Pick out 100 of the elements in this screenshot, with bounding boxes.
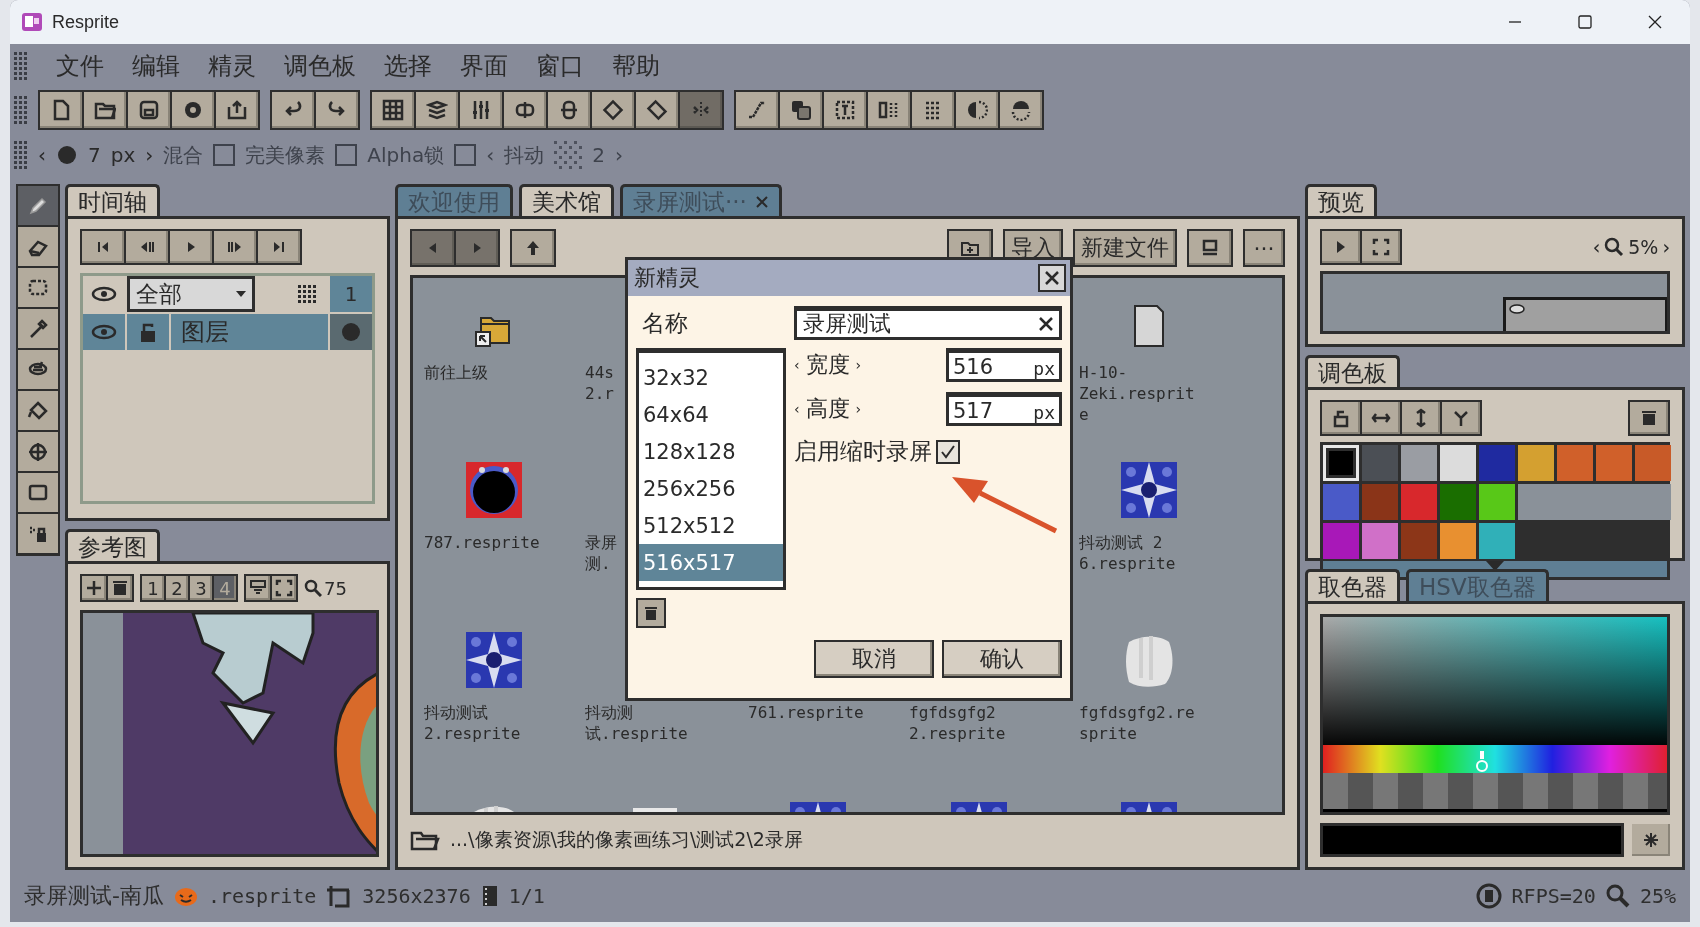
list-item[interactable]: 256x256 (639, 470, 783, 507)
color-swatch[interactable] (1401, 445, 1437, 481)
color-swatch[interactable] (1323, 445, 1359, 481)
half-circle-icon[interactable] (966, 99, 988, 121)
file-name[interactable]: 6.resprite (1079, 553, 1219, 574)
decrease-arrow[interactable]: ‹ (794, 401, 800, 417)
lock-tool[interactable] (18, 514, 58, 553)
color-swatch[interactable] (1440, 523, 1476, 559)
floppy-button[interactable] (128, 92, 170, 128)
decrease-arrow[interactable]: ‹ (1592, 236, 1601, 258)
up-button[interactable] (512, 231, 554, 265)
file-name[interactable]: 2.resprite (909, 723, 1049, 744)
menu-item[interactable]: 编辑 (132, 50, 180, 82)
undo-button[interactable] (272, 92, 314, 128)
columns-icon[interactable] (878, 99, 900, 121)
file-name[interactable]: 试.resprite (585, 723, 725, 744)
next-frame-button[interactable] (214, 231, 256, 263)
color-swatch[interactable] (1440, 484, 1476, 520)
decrease-arrow[interactable]: ‹ (794, 357, 800, 373)
color-field[interactable] (1320, 823, 1624, 857)
dialog-button[interactable]: 确认 (942, 640, 1062, 678)
flip-vertical-icon[interactable] (558, 99, 580, 121)
file-name[interactable]: fgfdsgfg2 (909, 702, 1049, 723)
color-swatch[interactable] (1479, 523, 1515, 559)
resize-vertical-button[interactable] (1402, 402, 1440, 434)
list-item[interactable]: 32x32 (639, 359, 783, 396)
color-swatch[interactable] (1440, 445, 1476, 481)
gear-icon[interactable] (182, 99, 204, 121)
merge-icon[interactable] (1451, 408, 1471, 428)
half-circle-button[interactable] (956, 92, 998, 128)
file-name[interactable]: Zeki.resprit (1079, 383, 1219, 404)
panel-tab[interactable]: 美术馆 (519, 184, 614, 216)
export-button[interactable] (216, 92, 258, 128)
color-swatch[interactable] (1518, 445, 1554, 481)
frame-number[interactable]: 1 (330, 276, 372, 312)
unlocked-padlock-icon[interactable] (139, 321, 157, 343)
layer-name[interactable]: 图层 (171, 314, 328, 350)
file-name[interactable]: 761.resprite (748, 702, 888, 723)
half-circle-icon[interactable] (1010, 99, 1032, 121)
list-item[interactable]: 512x512 (639, 507, 783, 544)
size-preset-list[interactable]: 32x32 64x64 128x128 256x256 512x512 516x517 (636, 348, 786, 590)
rows-button[interactable] (912, 92, 954, 128)
trash-icon[interactable] (643, 605, 659, 621)
copy-button[interactable] (780, 92, 822, 128)
file-name[interactable]: 抖动测 (585, 702, 725, 723)
move-tool[interactable] (18, 432, 58, 471)
increase-arrow[interactable]: › (145, 143, 154, 167)
export-icon[interactable] (226, 99, 248, 121)
increase-arrow[interactable]: › (614, 143, 623, 167)
color-swatch[interactable] (1323, 523, 1359, 559)
increase-arrow[interactable]: › (855, 401, 862, 417)
bucket-icon[interactable] (27, 399, 49, 422)
previous-frame-button[interactable] (126, 231, 168, 263)
clear-icon[interactable] (1039, 317, 1053, 331)
file-name[interactable]: 787.resprite (424, 532, 564, 553)
number-field[interactable]: 517 px (946, 392, 1062, 426)
hue-bar[interactable] (1323, 745, 1667, 773)
selection-tool[interactable] (18, 268, 58, 307)
checkbox[interactable] (936, 439, 960, 464)
decrease-arrow[interactable]: ‹ (38, 143, 46, 167)
color-swatch[interactable] (1362, 484, 1398, 520)
color-swatch[interactable] (1635, 445, 1671, 481)
color-swatch[interactable] (1401, 484, 1437, 520)
sliders-button[interactable] (460, 92, 502, 128)
close-icon[interactable] (1044, 270, 1060, 286)
folder-button[interactable] (84, 92, 126, 128)
checkbox[interactable] (454, 144, 477, 166)
color-gradient[interactable] (1320, 614, 1670, 815)
caret-icon[interactable] (236, 291, 246, 297)
move-icon[interactable] (27, 440, 49, 463)
color-swatch[interactable] (1479, 445, 1515, 481)
list-item[interactable]: 64x64 (639, 396, 783, 433)
last-frame-button[interactable] (258, 231, 300, 263)
flip-horizontal-button[interactable] (504, 92, 546, 128)
decrease-arrow[interactable]: ‹ (486, 143, 495, 167)
panel-tab[interactable]: 参考图 (65, 529, 160, 561)
panel-tab[interactable]: 取色器 (1305, 569, 1400, 601)
pencil-tool[interactable] (18, 186, 58, 225)
slot-button[interactable]: 3 (190, 576, 212, 600)
resize-horizontal-button[interactable] (1362, 402, 1400, 434)
panel-tab[interactable]: 调色板 (1305, 355, 1400, 387)
monitor-button[interactable] (1189, 231, 1231, 265)
menu-item[interactable]: 文件 (56, 50, 104, 82)
color-swatch[interactable] (1596, 445, 1632, 481)
number-field[interactable]: 516 px (946, 348, 1062, 382)
play-button[interactable] (170, 231, 212, 263)
curve-button[interactable] (736, 92, 778, 128)
list-item[interactable]: 516x517 (639, 544, 783, 581)
sliders-icon[interactable] (470, 99, 492, 121)
toolbar-button[interactable]: ··· (1245, 231, 1283, 265)
file-name[interactable]: fgfdsgfg2.re (1079, 702, 1219, 723)
monitor-icon[interactable] (1200, 238, 1220, 258)
layers-button[interactable] (416, 92, 458, 128)
play-button[interactable] (1322, 231, 1360, 263)
checkbox[interactable] (335, 144, 358, 166)
dialog-button[interactable]: 取消 (814, 640, 934, 678)
flip-horizontal-icon[interactable] (514, 99, 536, 121)
trash-icon[interactable] (1639, 408, 1659, 428)
panel-tab[interactable]: 时间轴 (65, 184, 160, 216)
fit-icon[interactable] (1371, 237, 1391, 257)
